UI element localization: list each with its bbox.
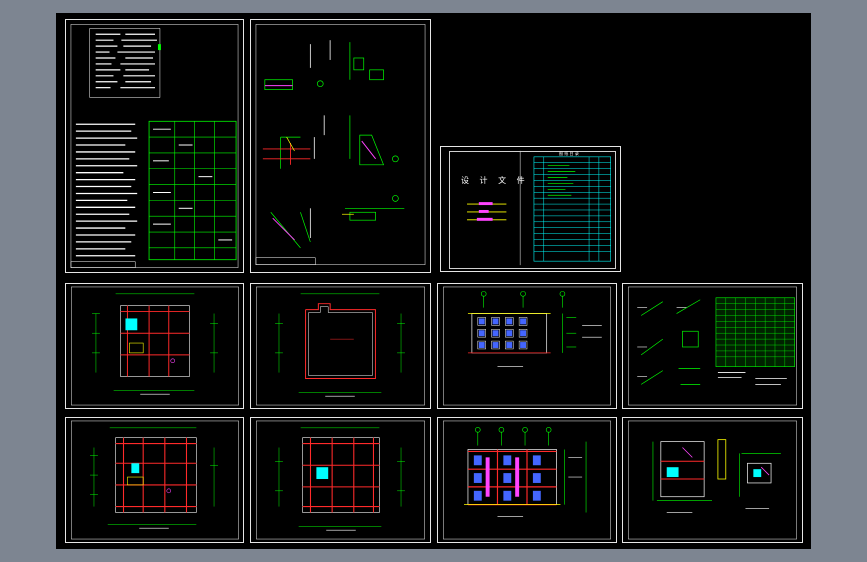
sheet-side-elevation[interactable] <box>437 417 617 543</box>
drawing-list-header: 图 纸 目 录 <box>559 151 579 156</box>
front-elevation-graphics <box>443 286 611 406</box>
sheet-construction-details[interactable] <box>250 19 431 273</box>
sheet-cover-drawing-list[interactable]: 设 计 文 件 图 纸 目 录 <box>440 146 621 272</box>
sheet-sections[interactable] <box>622 417 803 543</box>
side-elevation-graphics <box>443 420 611 540</box>
floor-plan-2-graphics <box>256 286 425 406</box>
floor-plan-3-graphics <box>71 420 239 540</box>
cover-graphics <box>467 150 612 266</box>
sheet-floor-plan-1[interactable] <box>65 283 244 409</box>
stair-details-graphics <box>628 286 797 406</box>
cover-title: 设 计 文 件 <box>461 176 529 185</box>
sheet-stair-details-table[interactable] <box>622 283 803 409</box>
floor-plan-1-graphics <box>71 286 239 406</box>
details-graphics <box>255 24 426 265</box>
floor-plan-4-graphics <box>256 420 425 540</box>
sheet-floor-plan-4[interactable] <box>250 417 431 543</box>
sheet-design-notes[interactable] <box>65 19 244 273</box>
sections-graphics <box>628 420 797 540</box>
sheet-floor-plan-2[interactable] <box>250 283 431 409</box>
notes-graphics <box>70 24 239 268</box>
sheet-front-elevation[interactable] <box>437 283 617 409</box>
cad-model-space[interactable]: 设 计 文 件 图 纸 目 录 <box>56 13 811 549</box>
sheet-floor-plan-3[interactable] <box>65 417 244 543</box>
